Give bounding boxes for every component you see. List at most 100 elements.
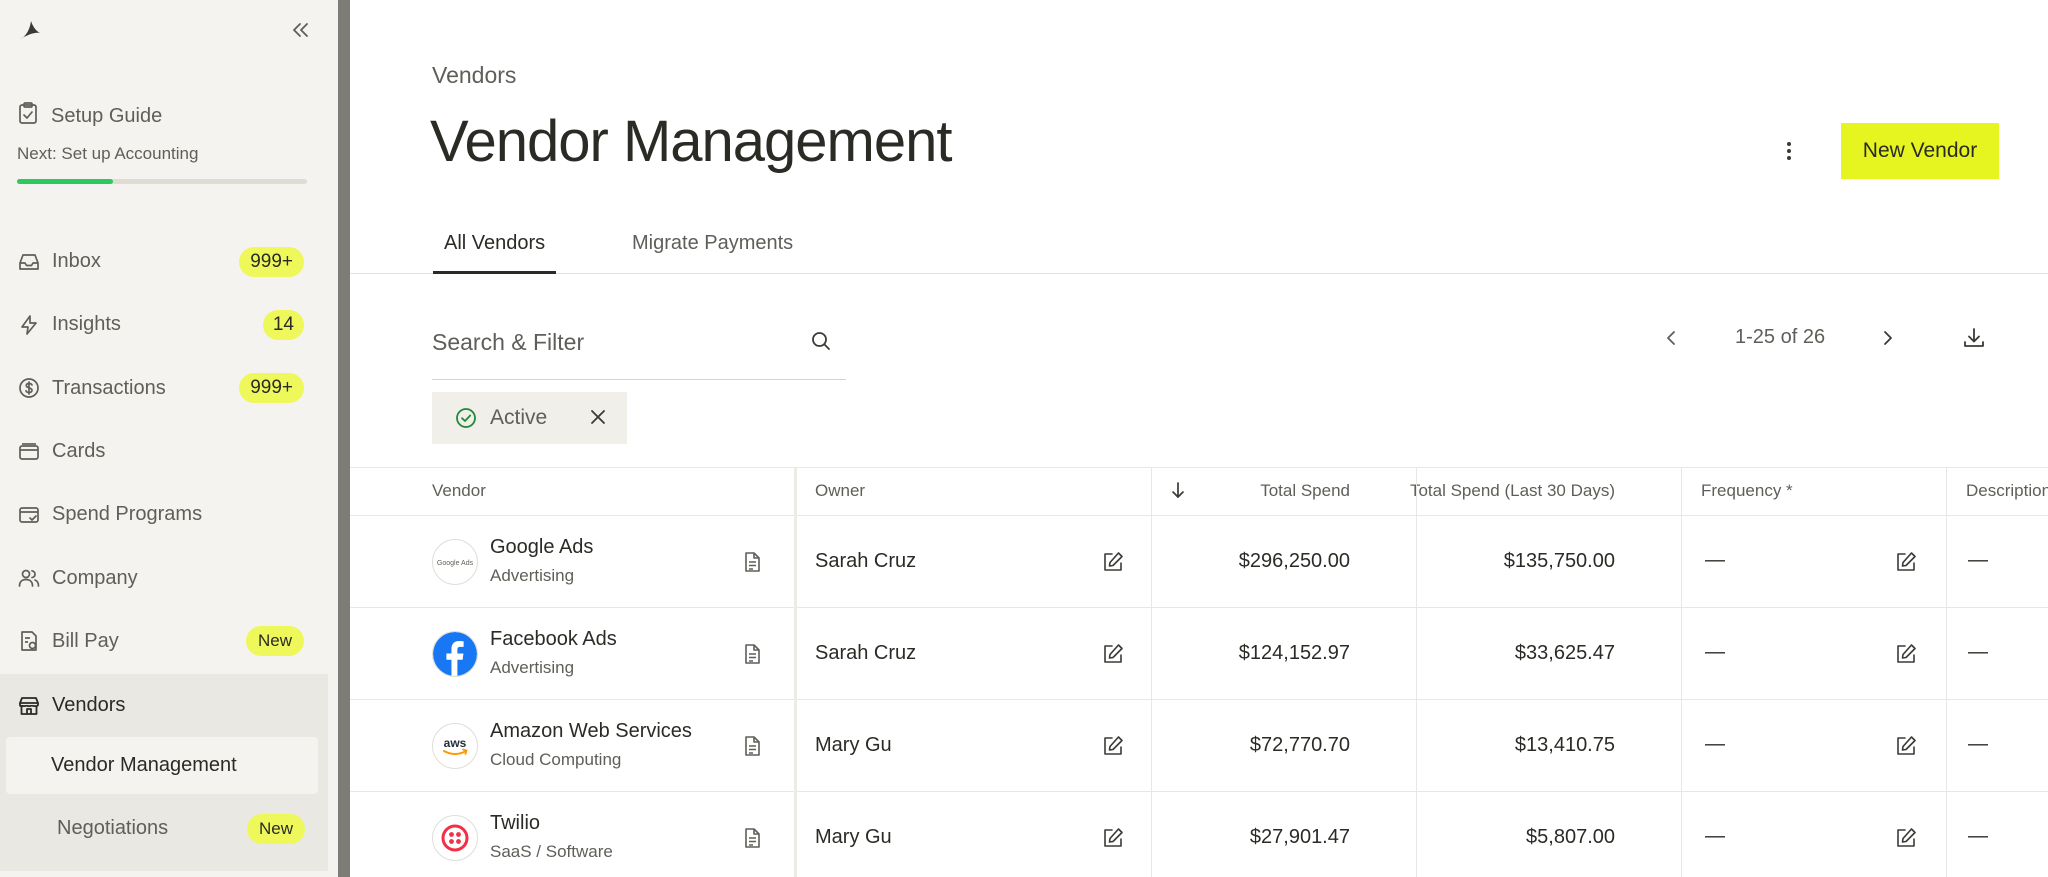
bill-icon bbox=[17, 629, 41, 653]
tab-bar: All Vendors Migrate Payments bbox=[350, 226, 2048, 274]
search-icon[interactable] bbox=[808, 328, 834, 354]
tab-all-vendors[interactable]: All Vendors bbox=[433, 232, 557, 274]
sidebar-nav: Inbox 999+ Insights 14 Transactions 999+… bbox=[0, 230, 338, 673]
column-header-description[interactable]: Description bbox=[1966, 481, 2048, 501]
column-header-owner[interactable]: Owner bbox=[815, 481, 865, 501]
sidebar-item-label: Inbox bbox=[52, 250, 101, 273]
table-row[interactable]: Twilio SaaS / Software Mary Gu $27,901.47 $5… bbox=[350, 792, 2048, 877]
frequency-value: — bbox=[1705, 825, 1725, 847]
frequency-value: — bbox=[1705, 641, 1725, 663]
column-header-vendor[interactable]: Vendor bbox=[432, 481, 486, 501]
description-value: — bbox=[1968, 641, 1988, 663]
column-divider bbox=[1151, 467, 1152, 877]
sidebar-item-bill-pay[interactable]: Bill Pay New bbox=[0, 610, 338, 673]
description-value: — bbox=[1968, 733, 1988, 755]
vendors-table: Vendor Owner Total Spend Total Spend (La… bbox=[350, 467, 2048, 877]
document-icon[interactable] bbox=[740, 642, 764, 666]
remove-filter-close-icon[interactable] bbox=[587, 406, 609, 428]
document-icon[interactable] bbox=[740, 550, 764, 574]
clipboard-check-icon bbox=[17, 101, 39, 131]
total-spend-last-30-days: $33,625.47 bbox=[1514, 642, 1615, 664]
table-row[interactable]: Google Ads Google Ads Advertising Sarah Cru… bbox=[350, 516, 2048, 608]
sidebar-subitem-vendor-management[interactable]: Vendor Management bbox=[6, 737, 318, 795]
sidebar-group-vendors: Vendors Vendor Management Negotiations N… bbox=[0, 674, 328, 871]
total-spend: $72,770.70 bbox=[1249, 734, 1350, 756]
vendor-name[interactable]: Google Ads bbox=[490, 536, 593, 559]
vendor-name[interactable]: Amazon Web Services bbox=[490, 720, 692, 743]
sidebar-item-label: Bill Pay bbox=[52, 629, 119, 652]
edit-owner-icon[interactable] bbox=[1101, 642, 1125, 666]
bill-pay-new-badge: New bbox=[245, 626, 304, 657]
search-input[interactable] bbox=[432, 322, 792, 362]
frequency-value: — bbox=[1705, 733, 1725, 755]
check-circle-icon bbox=[454, 406, 478, 430]
sort-descending-icon[interactable] bbox=[1168, 479, 1188, 506]
edit-frequency-icon[interactable] bbox=[1894, 550, 1918, 574]
sidebar-item-inbox[interactable]: Inbox 999+ bbox=[0, 230, 338, 293]
collapse-sidebar-icon[interactable] bbox=[286, 16, 314, 44]
sidebar-resize-handle[interactable] bbox=[338, 0, 350, 877]
vendor-name[interactable]: Twilio bbox=[490, 812, 540, 835]
more-options-icon[interactable] bbox=[1774, 136, 1804, 166]
edit-owner-icon[interactable] bbox=[1101, 734, 1125, 758]
sidebar-item-label: Company bbox=[52, 566, 138, 589]
setup-guide[interactable]: Setup Guide Next: Set up Accounting bbox=[17, 102, 307, 184]
sidebar-item-label: Spend Programs bbox=[52, 503, 203, 526]
negotiations-new-badge: New bbox=[246, 813, 305, 844]
dollar-circle-icon bbox=[17, 376, 41, 400]
vendor-owner: Sarah Cruz bbox=[815, 642, 917, 664]
document-icon[interactable] bbox=[740, 826, 764, 850]
sidebar-item-insights[interactable]: Insights 14 bbox=[0, 293, 338, 356]
total-spend-last-30-days: $13,410.75 bbox=[1514, 734, 1615, 756]
aws-logo-icon: aws bbox=[432, 723, 478, 769]
column-header-frequency[interactable]: Frequency * bbox=[1701, 481, 1793, 501]
vendor-name[interactable]: Facebook Ads bbox=[490, 628, 617, 651]
sidebar-item-label: Transactions bbox=[52, 376, 166, 399]
edit-owner-icon[interactable] bbox=[1101, 826, 1125, 850]
svg-text:Google Ads: Google Ads bbox=[437, 560, 474, 567]
search-filter bbox=[432, 318, 846, 380]
edit-frequency-icon[interactable] bbox=[1894, 642, 1918, 666]
sidebar-item-vendors[interactable]: Vendors bbox=[0, 674, 328, 737]
brand-logo-icon[interactable] bbox=[16, 17, 42, 43]
edit-frequency-icon[interactable] bbox=[1894, 826, 1918, 850]
column-header-total-spend-30-days[interactable]: Total Spend (Last 30 Days) bbox=[1410, 481, 1615, 501]
users-icon bbox=[17, 566, 41, 590]
facebook-logo-icon bbox=[432, 631, 478, 677]
sidebar-subitem-negotiations[interactable]: Negotiations New bbox=[6, 800, 318, 857]
column-header-total-spend[interactable]: Total Spend bbox=[1260, 481, 1350, 501]
table-header: Vendor Owner Total Spend Total Spend (La… bbox=[350, 467, 2048, 516]
credit-card-icon bbox=[17, 440, 41, 464]
table-body: Google Ads Google Ads Advertising Sarah Cru… bbox=[350, 516, 2048, 877]
previous-page-icon[interactable] bbox=[1658, 325, 1684, 351]
description-value: — bbox=[1968, 825, 1988, 847]
active-filter-chip[interactable]: Active bbox=[432, 392, 627, 444]
table-row[interactable]: aws Amazon Web Services Cloud Computing Mar… bbox=[350, 700, 2048, 792]
google-ads-logo-icon: Google Ads bbox=[432, 539, 478, 585]
tab-migrate-payments[interactable]: Migrate Payments bbox=[632, 232, 793, 274]
sidebar-subitem-label: Vendor Management bbox=[51, 754, 237, 777]
table-row[interactable]: Facebook Ads Advertising Sarah Cruz $124,15… bbox=[350, 608, 2048, 700]
new-vendor-button[interactable]: New Vendor bbox=[1841, 123, 1999, 179]
edit-frequency-icon[interactable] bbox=[1894, 734, 1918, 758]
download-icon[interactable] bbox=[1960, 324, 1988, 352]
setup-progress-fill bbox=[17, 179, 113, 184]
description-value: — bbox=[1968, 549, 1988, 571]
sidebar-item-transactions[interactable]: Transactions 999+ bbox=[0, 357, 338, 420]
column-divider bbox=[794, 467, 797, 877]
setup-next-step: Next: Set up Accounting bbox=[17, 144, 199, 163]
edit-owner-icon[interactable] bbox=[1101, 550, 1125, 574]
sidebar-item-cards[interactable]: Cards bbox=[0, 420, 338, 483]
sidebar-item-spend-programs[interactable]: Spend Programs bbox=[0, 483, 338, 546]
next-page-icon[interactable] bbox=[1875, 325, 1901, 351]
sidebar-item-company[interactable]: Company bbox=[0, 546, 338, 609]
main-content: Vendors Vendor Management New Vendor All… bbox=[350, 0, 2048, 877]
breadcrumb[interactable]: Vendors bbox=[432, 62, 516, 89]
setup-progress-bar bbox=[17, 179, 307, 184]
vendor-category: Advertising bbox=[490, 566, 575, 585]
insights-count-badge: 14 bbox=[262, 309, 304, 340]
sidebar-subitem-label: Negotiations bbox=[57, 817, 169, 840]
document-icon[interactable] bbox=[740, 734, 764, 758]
sidebar-item-label: Insights bbox=[52, 313, 121, 336]
vendor-owner: Mary Gu bbox=[815, 734, 892, 756]
